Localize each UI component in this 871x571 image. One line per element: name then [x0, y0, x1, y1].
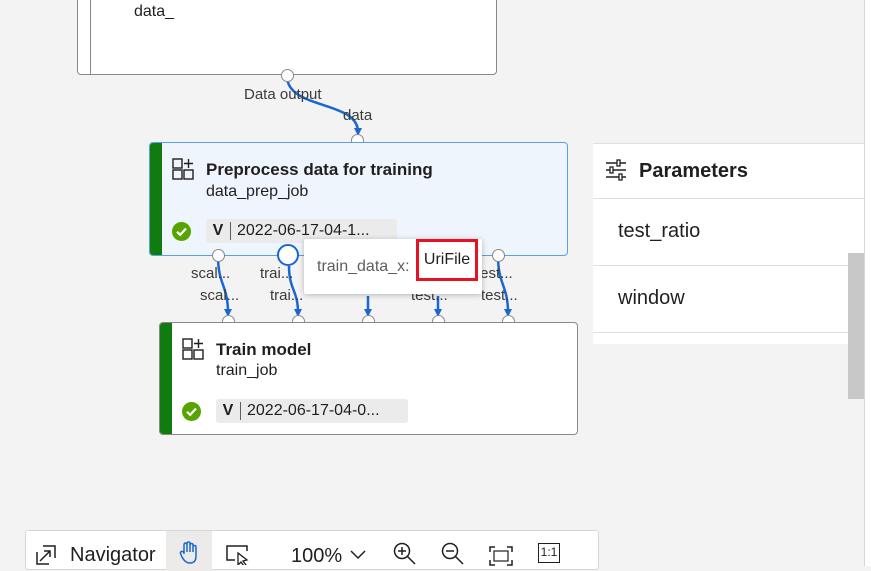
pan-hand-icon: [179, 541, 197, 564]
upstream-output-port[interactable]: [281, 69, 294, 82]
version-tag: V: [216, 402, 241, 420]
parameter-name: window: [618, 287, 685, 309]
status-bar: [150, 143, 162, 255]
success-check-icon: [172, 222, 191, 241]
node-divider: [90, 0, 91, 74]
zoom-in-button[interactable]: [388, 531, 422, 571]
preprocess-output-port-test[interactable]: [492, 249, 505, 262]
window-edge: [864, 0, 871, 566]
upstream-node[interactable]: data_: [77, 0, 497, 75]
fit-to-screen-button[interactable]: [484, 531, 518, 571]
zoom-out-icon: [441, 542, 464, 565]
parameter-name: test_ratio: [618, 220, 701, 242]
tooltip-port-name: train_data_x:: [317, 258, 410, 275]
zoom-level: 100%: [291, 545, 343, 567]
preprocess-job-name: data_prep_job: [206, 183, 309, 200]
navigator-icon: [36, 545, 56, 565]
parameters-sliders-icon: [606, 159, 626, 181]
parameters-title: Parameters: [639, 160, 748, 182]
navigator-toolbar: Navigator 100% 1:1: [25, 530, 599, 571]
version-tag: V: [206, 222, 231, 240]
out-port-label: scal...: [191, 265, 231, 282]
preprocess-output-port-train-data[interactable]: [277, 244, 299, 266]
pan-mode-button[interactable]: [166, 531, 212, 571]
tooltip-port-type: UriFile: [416, 239, 478, 281]
actual-size-label: 1:1: [538, 543, 560, 563]
zoom-in-icon: [393, 542, 416, 565]
panel-scrollbar[interactable]: [848, 253, 864, 399]
preprocess-output-port-scaler[interactable]: [212, 249, 225, 262]
data-input-label: data: [343, 107, 373, 124]
zoom-out-button[interactable]: [436, 531, 470, 571]
in-port-label: trai...: [270, 287, 304, 304]
chevron-down-icon: [350, 550, 366, 560]
version-badge[interactable]: V 2022-06-17-04-0...: [216, 399, 408, 423]
pipeline-canvas[interactable]: data_ Data output data Preprocess data f…: [0, 0, 866, 571]
select-mode-button[interactable]: [218, 531, 258, 571]
select-pointer-icon: [226, 545, 249, 565]
train-node[interactable]: Train model train_job V 2022-06-17-04-0..…: [159, 322, 578, 435]
version-text: 2022-06-17-04-1...: [237, 222, 370, 239]
parameters-panel: Parameters test_ratio window: [593, 143, 864, 344]
parameters-header[interactable]: Parameters: [593, 144, 864, 199]
train-job-name: train_job: [216, 362, 278, 379]
out-port-label: trai...: [260, 265, 294, 282]
version-text: 2022-06-17-04-0...: [247, 402, 380, 419]
in-port-label: scal...: [200, 287, 240, 304]
component-icon: [182, 338, 204, 360]
in-port-label: test...: [481, 287, 518, 304]
train-title: Train model: [216, 340, 312, 359]
success-check-icon: [182, 402, 201, 421]
port-tooltip: train_data_x: UriFile: [304, 239, 482, 294]
data-output-label: Data output: [244, 86, 322, 103]
parameter-row[interactable]: test_ratio: [593, 198, 864, 266]
actual-size-button[interactable]: 1:1: [532, 531, 566, 571]
status-bar: [160, 323, 172, 434]
fit-to-screen-icon: [489, 546, 513, 566]
preprocess-title: Preprocess data for training: [206, 160, 433, 179]
component-icon: [172, 158, 194, 180]
navigator-toggle[interactable]: Navigator: [26, 531, 164, 571]
parameter-row[interactable]: window: [593, 265, 864, 333]
upstream-node-label: data_: [134, 3, 175, 20]
zoom-dropdown[interactable]: 100%: [284, 531, 374, 571]
navigator-label: Navigator: [70, 544, 156, 566]
